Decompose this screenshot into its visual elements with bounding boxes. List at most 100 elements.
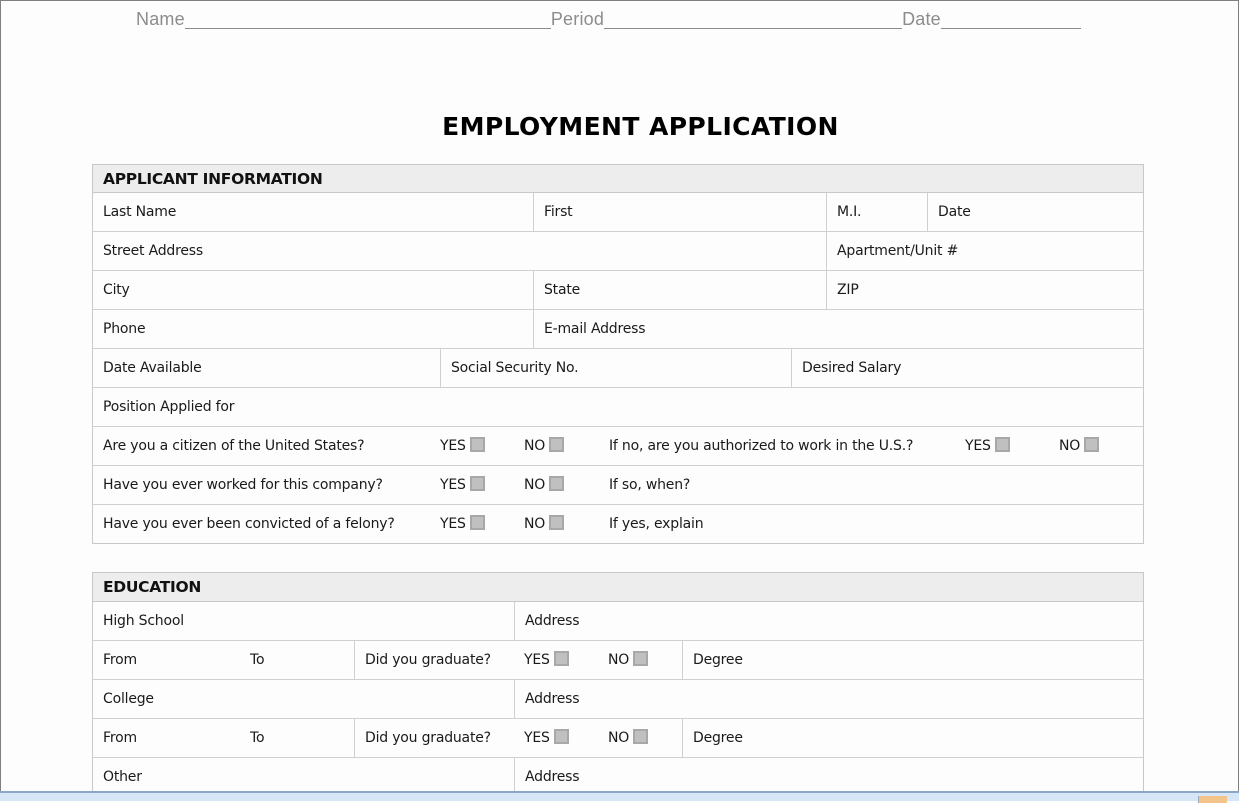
state-field[interactable]: State (534, 271, 827, 309)
high-school-degree-field[interactable]: Degree (683, 641, 1143, 679)
checkbox[interactable] (553, 651, 569, 666)
field-label: Date Available (103, 360, 202, 376)
to-label: To (250, 652, 265, 668)
hs-graduate-no-option[interactable]: NO (608, 641, 649, 679)
student-header-line: Name Period Date (136, 9, 1081, 30)
felony-yes-option[interactable]: YES (440, 505, 485, 543)
last-name-field[interactable]: Last Name (93, 193, 534, 231)
field-label: Apartment/Unit # (837, 243, 959, 259)
checkbox[interactable] (633, 729, 649, 744)
middle-initial-field[interactable]: M.I. (827, 193, 928, 231)
form-row: Street Address Apartment/Unit # (93, 232, 1143, 271)
from-label: From (103, 730, 137, 746)
question-label: Have you ever worked for this company? (103, 477, 383, 493)
felony-explain-field[interactable]: If yes, explain (609, 505, 704, 543)
field-label: College (103, 691, 154, 707)
checkbox[interactable] (469, 476, 485, 491)
phone-field[interactable]: Phone (93, 310, 534, 348)
worked-no-option[interactable]: NO (524, 466, 565, 504)
checkbox[interactable] (549, 476, 565, 491)
checkbox[interactable] (1084, 437, 1100, 452)
high-school-field[interactable]: High School (93, 602, 515, 640)
authorized-no-option[interactable]: NO (1059, 427, 1100, 465)
first-name-field[interactable]: First (534, 193, 827, 231)
high-school-graduate-question: Did you graduate? YES NO (355, 641, 683, 679)
desired-salary-field[interactable]: Desired Salary (792, 349, 1143, 387)
field-label: City (103, 282, 130, 298)
option-label: NO (524, 516, 546, 532)
checkbox[interactable] (549, 437, 565, 452)
citizen-no-option[interactable]: NO (524, 427, 565, 465)
option-label: YES (440, 477, 466, 493)
period-blank[interactable] (604, 10, 903, 29)
question-label: Did you graduate? (365, 652, 491, 668)
college-field[interactable]: College (93, 680, 515, 718)
option-label: NO (1059, 438, 1081, 454)
college-graduate-yes-option[interactable]: YES (524, 719, 569, 757)
authorized-question-label: If no, are you authorized to work in the… (609, 438, 914, 454)
field-label: Degree (693, 652, 743, 668)
city-field[interactable]: City (93, 271, 534, 309)
checkbox[interactable] (553, 729, 569, 744)
email-field[interactable]: E-mail Address (534, 310, 1143, 348)
high-school-dates[interactable]: From To (93, 641, 355, 679)
field-label: Address (525, 769, 580, 785)
date-blank[interactable] (940, 10, 1081, 29)
field-label: State (544, 282, 581, 298)
field-label: ZIP (837, 282, 859, 298)
date-available-field[interactable]: Date Available (93, 349, 441, 387)
field-label: Address (525, 691, 580, 707)
education-section: EDUCATION High School Address From To Di… (92, 572, 1144, 796)
checkbox[interactable] (549, 515, 565, 530)
college-address-field[interactable]: Address (515, 680, 1143, 718)
checkbox[interactable] (994, 437, 1010, 452)
checkbox[interactable] (469, 437, 485, 452)
form-row: College Address (93, 680, 1143, 719)
position-applied-field[interactable]: Position Applied for (93, 388, 1143, 426)
option-label: YES (440, 438, 466, 454)
option-label: NO (608, 730, 630, 746)
from-label: From (103, 652, 137, 668)
college-graduate-question: Did you graduate? YES NO (355, 719, 683, 757)
college-dates[interactable]: From To (93, 719, 355, 757)
apartment-field[interactable]: Apartment/Unit # (827, 232, 1143, 270)
form-row: From To Did you graduate? YES NO Degree (93, 719, 1143, 758)
field-label: M.I. (837, 204, 862, 220)
form-row: Last Name First M.I. Date (93, 193, 1143, 232)
citizenship-question: Are you a citizen of the United States? … (93, 427, 1143, 465)
checkbox[interactable] (633, 651, 649, 666)
field-label: E-mail Address (544, 321, 646, 337)
view-button[interactable] (1198, 796, 1227, 803)
citizen-yes-option[interactable]: YES (440, 427, 485, 465)
option-label: NO (608, 652, 630, 668)
worked-when-field[interactable]: If so, when? (609, 466, 690, 504)
field-label: Desired Salary (802, 360, 902, 376)
option-label: NO (524, 438, 546, 454)
page-title: EMPLOYMENT APPLICATION (442, 112, 839, 141)
felony-question: Have you ever been convicted of a felony… (93, 505, 1143, 543)
option-label: NO (524, 477, 546, 493)
zip-field[interactable]: ZIP (827, 271, 1143, 309)
hs-graduate-yes-option[interactable]: YES (524, 641, 569, 679)
checkbox[interactable] (469, 515, 485, 530)
street-address-field[interactable]: Street Address (93, 232, 827, 270)
ssn-field[interactable]: Social Security No. (441, 349, 792, 387)
college-graduate-no-option[interactable]: NO (608, 719, 649, 757)
question-label: Did you graduate? (365, 730, 491, 746)
applicant-information-section: APPLICANT INFORMATION Last Name First M.… (92, 164, 1144, 544)
form-row: Phone E-mail Address (93, 310, 1143, 349)
date-field[interactable]: Date (928, 193, 1143, 231)
field-label: Social Security No. (451, 360, 579, 376)
felony-no-option[interactable]: NO (524, 505, 565, 543)
authorized-yes-option[interactable]: YES (965, 427, 1010, 465)
college-degree-field[interactable]: Degree (683, 719, 1143, 757)
section-heading: EDUCATION (93, 573, 1143, 602)
worked-yes-option[interactable]: YES (440, 466, 485, 504)
question-label: Have you ever been convicted of a felony… (103, 516, 395, 532)
high-school-address-field[interactable]: Address (515, 602, 1143, 640)
name-blank[interactable] (184, 10, 551, 29)
option-label: YES (524, 730, 550, 746)
form-row: Are you a citizen of the United States? … (93, 427, 1143, 466)
field-label: First (544, 204, 573, 220)
field-label: Position Applied for (103, 399, 235, 415)
